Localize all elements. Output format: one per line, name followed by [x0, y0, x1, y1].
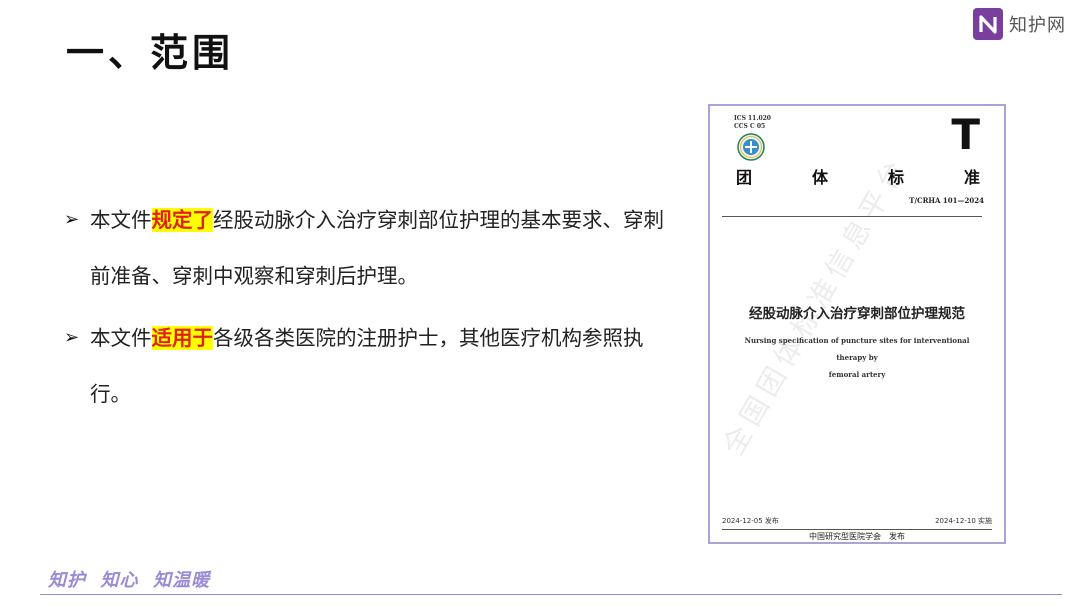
standard-number: T/CRHA 101—2024 — [909, 196, 984, 205]
divider — [722, 529, 992, 530]
scope-bullet-list: ➢ 本文件规定了经股动脉介入治疗穿刺部位护理的基本要求、穿刺前准备、穿刺中观察和… — [64, 192, 664, 428]
bullet-text-prefix: 本文件 — [90, 326, 152, 350]
highlight-keyword: 规定了 — [151, 208, 213, 232]
highlight-keyword: 适用于 — [151, 326, 213, 350]
bullet-item: ➢ 本文件适用于各级各类医院的注册护士，其他医疗机构参照执行。 — [64, 310, 664, 422]
brand-logo: 知护网 — [973, 8, 1066, 40]
brand-name: 知护网 — [1009, 15, 1066, 36]
ics-code: ICS 11.020 CCS C 05 — [734, 115, 771, 131]
association-emblem-icon — [737, 133, 765, 161]
zhihu-logo-icon — [973, 8, 1003, 40]
bullet-item: ➢ 本文件规定了经股动脉介入治疗穿刺部位护理的基本要求、穿刺前准备、穿刺中观察和… — [64, 192, 664, 304]
footer-divider — [40, 594, 1062, 595]
bullet-text-prefix: 本文件 — [90, 208, 152, 232]
category-letter: T — [951, 110, 980, 159]
document-title-en-line: Nursing specification of puncture sites … — [744, 336, 970, 362]
document-title-en-line: femoral artery — [828, 370, 886, 379]
category-char: 准 — [963, 168, 980, 187]
effective-date: 2024-12-10 实施 — [935, 517, 992, 525]
ccs-number: CCS C 05 — [734, 123, 766, 130]
document-title-cn: 经股动脉介入治疗穿刺部位护理规范 — [749, 306, 965, 322]
standard-category: 团 体 标 准 — [736, 164, 980, 188]
arrow-bullet-icon: ➢ — [64, 209, 80, 230]
category-char: 体 — [811, 168, 828, 187]
document-title-en: Nursing specification of puncture sites … — [730, 332, 984, 383]
publish-date: 2024-12-05 发布 — [722, 517, 779, 525]
category-char: 团 — [736, 168, 753, 187]
category-char: 标 — [887, 168, 904, 187]
divider — [722, 216, 982, 217]
footer-slogan: 知护 知心 知温暖 — [48, 570, 211, 591]
ics-number: ICS 11.020 — [734, 115, 771, 122]
publisher: 中国研究型医院学会 发布 — [809, 532, 905, 541]
standard-cover-image: 全国团体标准信息平台 ICS 11.020 CCS C 05 T 团 体 标 准… — [708, 104, 1006, 544]
slide-title: 一、范围 — [66, 31, 235, 75]
arrow-bullet-icon: ➢ — [64, 327, 80, 348]
